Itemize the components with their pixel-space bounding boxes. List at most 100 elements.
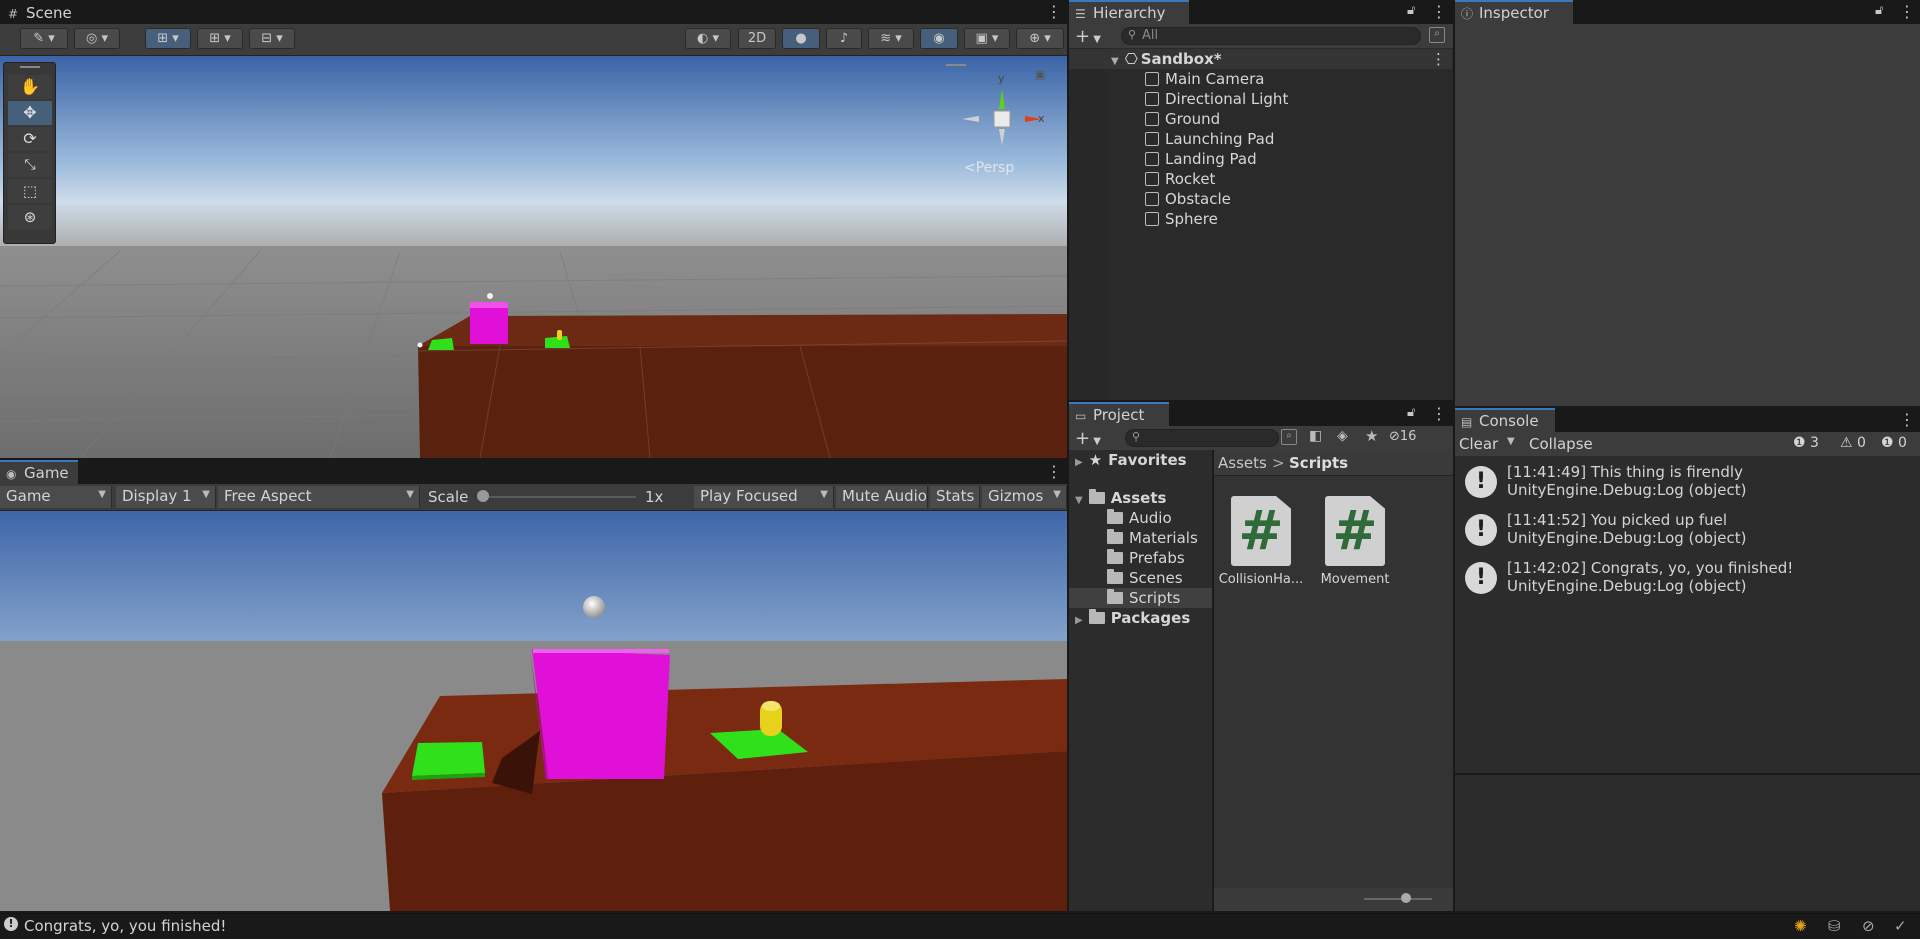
gizmos-dropdown-game[interactable]: Gizmos ▼: [982, 486, 1067, 508]
folder-prefabs[interactable]: Prefabs: [1107, 548, 1185, 568]
visibility-toggle[interactable]: ◉: [920, 28, 958, 49]
collab-icon[interactable]: ⊘: [1862, 917, 1875, 935]
play-mode-dropdown[interactable]: Play Focused ▼: [694, 486, 834, 508]
lighting-toggle[interactable]: ●: [782, 28, 820, 49]
folder-audio[interactable]: Audio: [1107, 508, 1172, 528]
scene-viewport[interactable]: ✋ ✥ ⟳ ⤡ ⬚ ⊛ ▣ y x <Persp: [0, 56, 1067, 458]
folder-scenes[interactable]: Scenes: [1107, 568, 1183, 588]
clear-options-dropdown[interactable]: ▼: [1507, 436, 1515, 447]
project-menu-icon[interactable]: ⋮: [1431, 406, 1447, 422]
hierarchy-menu-icon[interactable]: ⋮: [1431, 4, 1447, 20]
grid-toggle-button[interactable]: ⊞ ▾: [197, 28, 243, 49]
scale-slider-thumb[interactable]: [477, 490, 489, 502]
warning-count-toggle[interactable]: ⚠ 0: [1840, 435, 1866, 451]
project-search-input[interactable]: ⚲: [1125, 429, 1279, 447]
rect-tool-icon[interactable]: ⬚: [8, 179, 52, 203]
create-asset-button[interactable]: + ▼: [1075, 428, 1101, 449]
hierarchy-item-launching-pad[interactable]: Launching Pad: [1069, 129, 1452, 149]
hierarchy-item-rocket[interactable]: Rocket: [1069, 169, 1452, 189]
log-entry[interactable]: ! [11:42:02] Congrats, yo, you finished!…: [1455, 556, 1920, 602]
favorites-row[interactable]: ▶ ★ Favorites: [1075, 450, 1187, 470]
hierarchy-item-obstacle[interactable]: Obstacle: [1069, 189, 1452, 209]
log-entry[interactable]: ! [11:41:52] You picked up fuel UnityEng…: [1455, 508, 1920, 554]
breadcrumb-scripts[interactable]: Scripts: [1289, 454, 1348, 472]
tab-inspector[interactable]: ⓘ Inspector: [1455, 0, 1573, 24]
orientation-gizmo[interactable]: ▣ y x <Persp: [940, 64, 1045, 194]
status-message[interactable]: Congrats, yo, you finished!: [24, 917, 226, 935]
transform-tool-icon[interactable]: ⊛: [8, 205, 52, 229]
search-filter-icon[interactable]: ⌕: [1429, 27, 1445, 43]
hierarchy-item-sphere[interactable]: Sphere: [1069, 209, 1452, 229]
asset-collisionhandler[interactable]: # CollisionHa...: [1216, 496, 1306, 587]
assets-root-row[interactable]: ▼ Assets: [1075, 488, 1166, 508]
hierarchy-item-ground[interactable]: Ground: [1069, 109, 1452, 129]
expand-arrow-icon: ▼: [1075, 495, 1083, 506]
hidden-packages-toggle[interactable]: ⊘16: [1389, 429, 1416, 444]
hand-tool-icon[interactable]: ✋: [8, 75, 52, 99]
2d-toggle[interactable]: 2D: [738, 28, 776, 49]
display-dropdown[interactable]: Display 1 ▼: [116, 486, 216, 508]
cache-server-icon[interactable]: ⛁: [1828, 917, 1841, 935]
favorite-star-icon[interactable]: ★: [1365, 427, 1378, 445]
drag-handle[interactable]: [20, 66, 40, 68]
game-menu-icon[interactable]: ⋮: [1046, 464, 1062, 480]
globe-dropdown[interactable]: ◎ ▾: [74, 28, 120, 49]
scene-row-menu-icon[interactable]: ⋮: [1431, 49, 1446, 69]
folder-scripts[interactable]: Scripts: [1069, 588, 1212, 608]
asset-movement[interactable]: # Movement: [1310, 496, 1400, 587]
shading-mode-button[interactable]: ◐ ▾: [685, 28, 731, 49]
tab-hierarchy[interactable]: ☰ Hierarchy: [1069, 0, 1189, 24]
hierarchy-item-main-camera[interactable]: Main Camera: [1069, 69, 1452, 89]
mute-audio-button[interactable]: Mute Audio: [836, 486, 928, 508]
lock-icon[interactable]: 🔓︎: [1407, 3, 1415, 19]
folder-materials[interactable]: Materials: [1107, 528, 1198, 548]
move-tool-icon[interactable]: ✥: [8, 101, 52, 125]
filter-by-type-icon[interactable]: ◧: [1309, 428, 1322, 444]
console-menu-icon[interactable]: ⋮: [1899, 412, 1915, 428]
scene-root-row[interactable]: ▼ ⎔ Sandbox* ⋮: [1069, 49, 1452, 69]
collapse-button[interactable]: Collapse: [1529, 435, 1593, 453]
error-count-toggle[interactable]: ❶ 0: [1881, 435, 1907, 451]
search-scope-icon[interactable]: ⌕: [1281, 429, 1297, 445]
effects-dropdown[interactable]: ≋ ▾: [868, 28, 914, 49]
gizmo-drag-handle[interactable]: [946, 64, 966, 66]
info-count-toggle[interactable]: ❶ 3: [1793, 435, 1819, 451]
hierarchy-item-directional-light[interactable]: Directional Light: [1069, 89, 1452, 109]
check-icon[interactable]: ✓: [1894, 917, 1907, 935]
tab-project[interactable]: ▭ Project: [1069, 402, 1169, 426]
stats-button[interactable]: Stats: [930, 486, 980, 508]
rotate-tool-icon[interactable]: ⟳: [8, 127, 52, 151]
projection-label[interactable]: <Persp: [964, 160, 1014, 176]
project-lock-icon[interactable]: 🔓︎: [1407, 405, 1415, 421]
aspect-dropdown[interactable]: Free Aspect ▼: [218, 486, 420, 508]
draw-mode-button[interactable]: ✎ ▾: [20, 28, 68, 49]
icon-size-slider[interactable]: [1364, 898, 1432, 900]
filter-by-label-icon[interactable]: ◈: [1337, 428, 1348, 444]
tab-game[interactable]: ◉ Game: [0, 460, 78, 484]
gizmos-dropdown[interactable]: ⊕ ▾: [1016, 28, 1064, 49]
scale-slider-track[interactable]: [482, 496, 636, 498]
log-entry[interactable]: ! [11:41:49] This thing is firendly Unit…: [1455, 460, 1920, 506]
breadcrumb-assets[interactable]: Assets: [1218, 454, 1267, 472]
inspector-menu-icon[interactable]: ⋮: [1899, 4, 1915, 20]
inspector-lock-icon[interactable]: 🔓︎: [1875, 3, 1883, 19]
hierarchy-item-landing-pad[interactable]: Landing Pad: [1069, 149, 1452, 169]
increment-snap-button[interactable]: ⊟ ▾: [249, 28, 295, 49]
tab-scene[interactable]: # Scene: [0, 0, 90, 24]
progress-spinner-icon[interactable]: ✺: [1794, 917, 1807, 935]
expand-arrow-icon[interactable]: ▼: [1111, 56, 1119, 67]
camera-dropdown[interactable]: ▣ ▾: [964, 28, 1010, 49]
game-viewport[interactable]: [0, 511, 1067, 911]
grid-snap-button[interactable]: ⊞ ▾: [145, 28, 191, 49]
add-object-button[interactable]: + ▼: [1075, 26, 1101, 47]
clear-button[interactable]: Clear: [1459, 435, 1498, 453]
audio-toggle[interactable]: ♪: [826, 28, 862, 49]
scale-tool-icon[interactable]: ⤡: [8, 153, 52, 177]
icon-size-thumb[interactable]: [1401, 893, 1411, 903]
console-detail-pane[interactable]: [1455, 775, 1920, 911]
tab-console[interactable]: ▤ Console: [1455, 408, 1555, 432]
packages-row[interactable]: ▶ Packages: [1075, 608, 1190, 628]
game-view-dropdown[interactable]: Game ▼: [0, 486, 112, 508]
hierarchy-search-input[interactable]: ⚲ All: [1121, 27, 1421, 45]
scene-menu-icon[interactable]: ⋮: [1046, 4, 1062, 20]
